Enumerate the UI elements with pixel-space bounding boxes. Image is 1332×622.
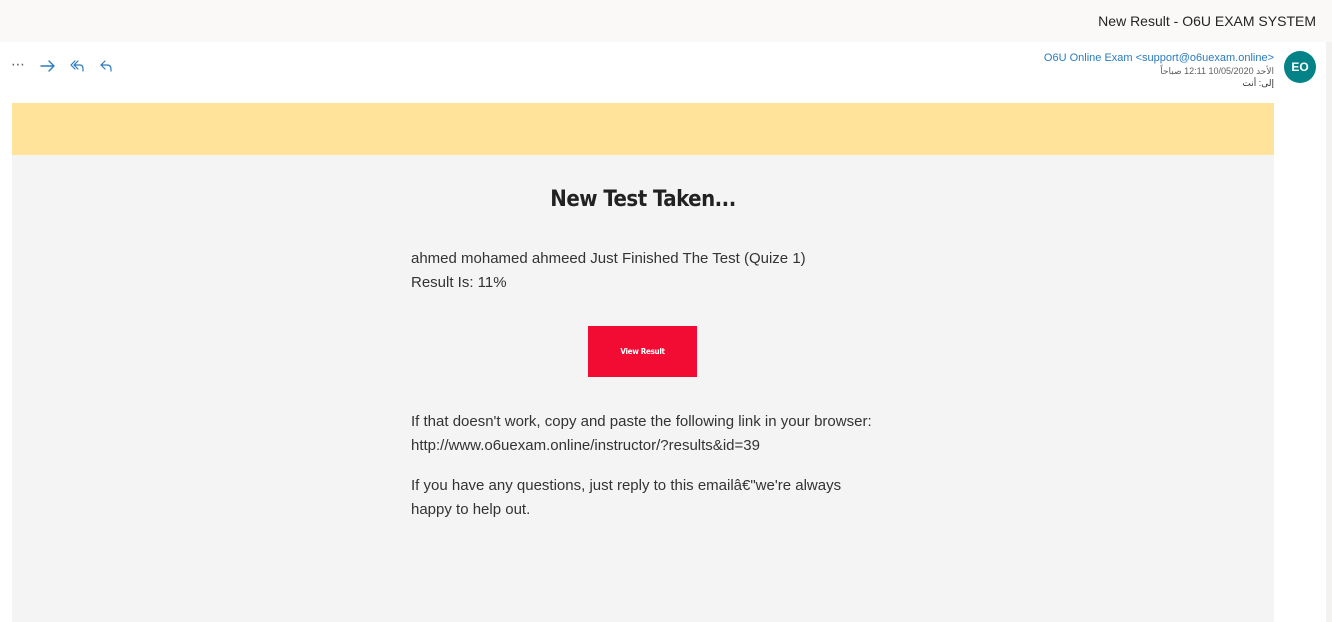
more-options-button[interactable]: ⋯: [4, 56, 33, 76]
email-body-frame: New Test Taken... ahmed mohamed ahmeed J…: [12, 103, 1274, 622]
forward-button[interactable]: [33, 56, 62, 76]
sender-address[interactable]: O6U Online Exam <support@o6uexam.online>: [1044, 51, 1274, 65]
scrollbar[interactable]: [1326, 42, 1332, 622]
message-header: O6U Online Exam <support@o6uexam.online>…: [1044, 51, 1274, 90]
result-summary: ahmed mohamed ahmeed Just Finished The T…: [411, 247, 881, 295]
result-line: ahmed mohamed ahmeed Just Finished The T…: [411, 250, 806, 267]
reply-button[interactable]: [91, 56, 120, 76]
fallback-link-text[interactable]: If that doesn't work, copy and paste the…: [411, 410, 881, 458]
sender-avatar[interactable]: EO: [1284, 51, 1316, 83]
message-actions: ⋯: [4, 56, 120, 76]
closing-text: If you have any questions, just reply to…: [411, 477, 842, 518]
view-result-button[interactable]: View Result: [588, 326, 697, 377]
reply-icon: [99, 60, 112, 72]
more-options-icon: ⋯: [11, 55, 26, 72]
email-subject: New Result - O6U EXAM SYSTEM: [1098, 13, 1316, 29]
recipients[interactable]: إلى: أنت: [1044, 77, 1274, 90]
title-bar: New Result - O6U EXAM SYSTEM: [0, 0, 1332, 42]
email-heading: New Test Taken...: [550, 187, 736, 212]
reply-all-button[interactable]: [62, 56, 91, 76]
reply-all-icon: [69, 60, 84, 72]
forward-icon: [39, 60, 55, 72]
email-banner: [12, 103, 1274, 155]
sent-date: الأحد 10/05/2020 12:11 صباحاً: [1160, 66, 1274, 76]
result-score: Result Is: 11%: [411, 274, 507, 291]
